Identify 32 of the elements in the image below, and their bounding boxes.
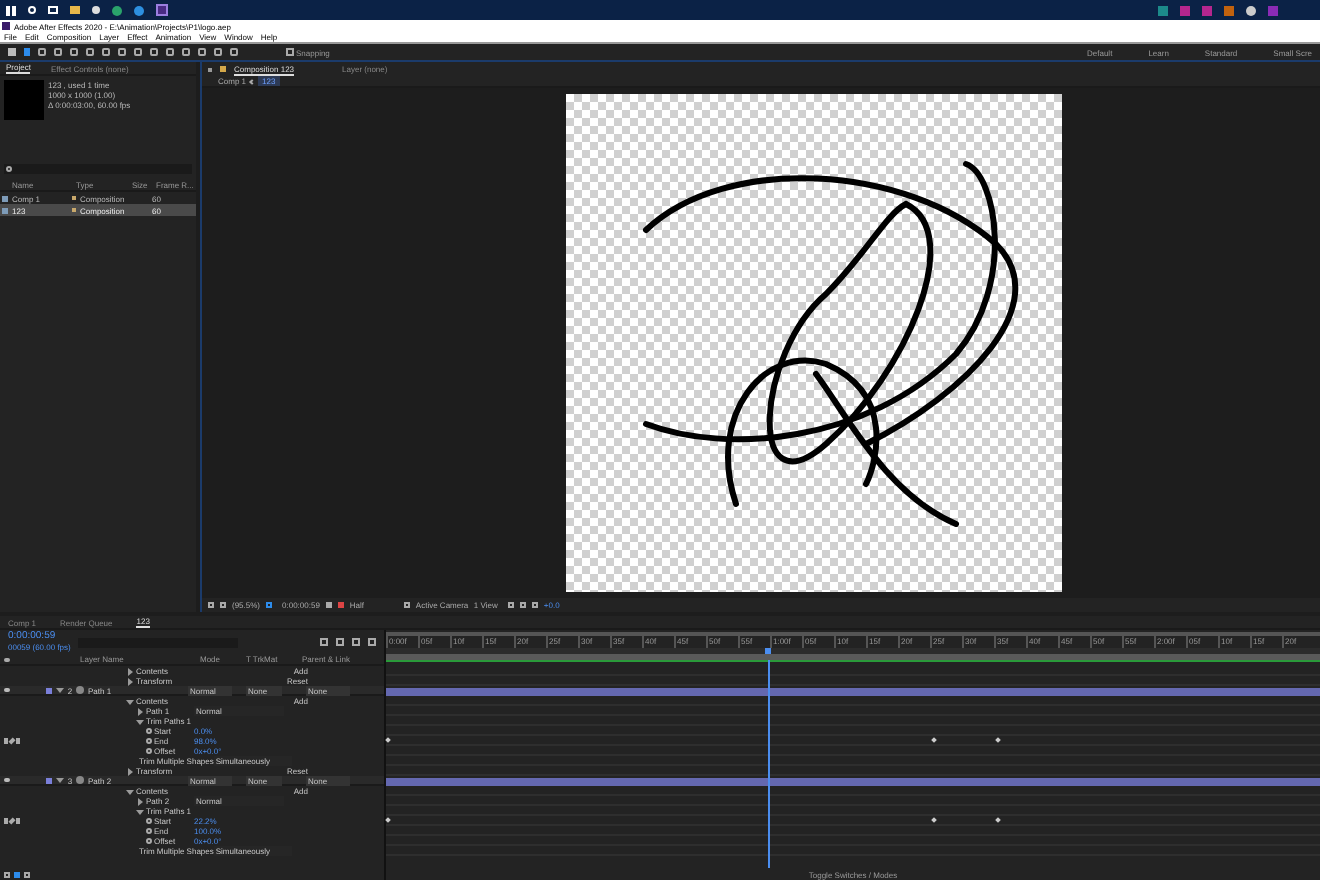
keyframe-icon[interactable] [931, 737, 937, 743]
app-icon[interactable] [156, 4, 168, 16]
twirl-icon[interactable] [126, 667, 134, 675]
layer-duration-bar[interactable] [386, 687, 1320, 695]
keyframe-navigator-icon[interactable] [4, 738, 20, 744]
comp-thumbnail [4, 80, 44, 120]
search-icon[interactable] [28, 6, 36, 14]
keyframe-icon[interactable] [385, 737, 391, 743]
twirl-icon[interactable] [56, 686, 64, 694]
twirl-icon[interactable] [136, 717, 144, 725]
keyframe-icon[interactable] [995, 737, 1001, 743]
twirl-icon[interactable] [136, 807, 144, 815]
twirl-icon[interactable] [136, 707, 144, 715]
app-icon[interactable] [1202, 5, 1212, 15]
keyframe-navigator-icon[interactable] [4, 818, 20, 824]
snapping-checkbox[interactable] [286, 48, 294, 56]
twirl-icon[interactable] [136, 797, 144, 805]
search-icon [6, 166, 12, 172]
app-logo-icon [2, 22, 10, 30]
app-icon[interactable] [1180, 5, 1190, 15]
keyframe-icon[interactable] [385, 817, 391, 823]
keyframe-icon[interactable] [931, 817, 937, 823]
twirl-icon[interactable] [56, 776, 64, 784]
layer-duration-bar[interactable] [386, 777, 1320, 785]
task-view-icon[interactable] [48, 6, 58, 14]
search-field[interactable] [4, 164, 192, 174]
playhead-handle[interactable] [765, 648, 772, 654]
keyframe-icon[interactable] [995, 817, 1001, 823]
time-ruler-track[interactable] [386, 648, 1320, 654]
chevron-left-icon [249, 78, 255, 84]
app-icon[interactable] [1224, 5, 1234, 15]
app-icon[interactable] [1158, 5, 1168, 15]
